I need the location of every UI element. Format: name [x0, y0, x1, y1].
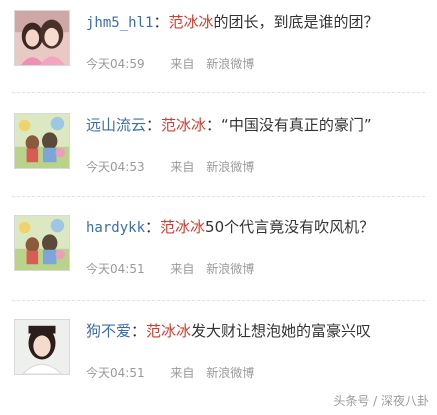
divider [12, 92, 425, 93]
from-label: 来自 [170, 57, 195, 71]
source-link[interactable]: 新浪微博 [206, 57, 254, 71]
mention-link[interactable]: 范冰冰 [160, 218, 205, 236]
source-link[interactable]: 新浪微博 [206, 262, 254, 276]
comment-meta: 今天04:51 来自 新浪微博 [86, 365, 254, 381]
two-girls-photo-icon[interactable] [14, 10, 70, 66]
from-label: 来自 [170, 262, 195, 276]
from-label: 来自 [170, 366, 195, 380]
girl-photo-icon[interactable] [14, 319, 70, 375]
separator: ： [131, 322, 147, 340]
comment-item: hardykk：范冰冰50个代言竟没有吹风机？ 今天04:51 来自 新浪微博 [0, 205, 437, 305]
from-label: 来自 [170, 160, 195, 174]
divider [12, 300, 425, 301]
timestamp: 今天04:51 [86, 366, 145, 380]
username-link[interactable]: 远山流云 [86, 116, 146, 134]
divider [12, 196, 425, 197]
comment-line: jhm5_hl1：范冰冰的团长，到底是谁的团？ [86, 12, 378, 33]
comment-text: 50个代言竟没有吹风机？ [205, 218, 375, 236]
mention-link[interactable]: 范冰冰 [168, 13, 213, 31]
mention-link[interactable]: 范冰冰 [161, 116, 206, 134]
comment-text: 的团长，到底是谁的团？ [213, 13, 379, 31]
username-link[interactable]: jhm5_hl1 [86, 15, 153, 31]
separator: ： [146, 116, 162, 134]
mention-link[interactable]: 范冰冰 [146, 322, 191, 340]
comment-item: 远山流云：范冰冰：“中国没有真正的豪门” 今天04:53 来自 新浪微博 [0, 103, 437, 203]
comment-line: 远山流云：范冰冰：“中国没有真正的豪门” [86, 115, 372, 135]
cartoon-default-avatar-icon[interactable] [14, 113, 70, 169]
timestamp: 今天04:51 [86, 262, 145, 276]
comment-meta: 今天04:51 来自 新浪微博 [86, 261, 254, 277]
comment-line: 狗不爱：范冰冰发大财让想泡她的富豪兴叹 [86, 321, 371, 341]
timestamp: 今天04:53 [86, 160, 145, 174]
comment-text: 发大财让想泡她的富豪兴叹 [191, 322, 372, 340]
separator: ： [145, 218, 161, 236]
comment-feed: jhm5_hl1：范冰冰的团长，到底是谁的团？ 今天04:59 来自 新浪微博 [0, 0, 437, 415]
username-link[interactable]: 狗不爱 [86, 322, 131, 340]
comment-meta: 今天04:53 来自 新浪微博 [86, 159, 254, 175]
comment-line: hardykk：范冰冰50个代言竟没有吹风机？ [86, 217, 374, 238]
timestamp: 今天04:59 [86, 57, 145, 71]
comment-item: jhm5_hl1：范冰冰的团长，到底是谁的团？ 今天04:59 来自 新浪微博 [0, 0, 437, 100]
watermark: 头条号 / 深夜八卦 [333, 394, 429, 408]
comment-text: ：“中国没有真正的豪门” [206, 116, 372, 134]
separator: ： [153, 13, 169, 31]
source-link[interactable]: 新浪微博 [206, 366, 254, 380]
cartoon-default-avatar-icon[interactable] [14, 215, 70, 271]
username-link[interactable]: hardykk [86, 220, 145, 236]
comment-meta: 今天04:59 来自 新浪微博 [86, 56, 254, 72]
source-link[interactable]: 新浪微博 [206, 160, 254, 174]
